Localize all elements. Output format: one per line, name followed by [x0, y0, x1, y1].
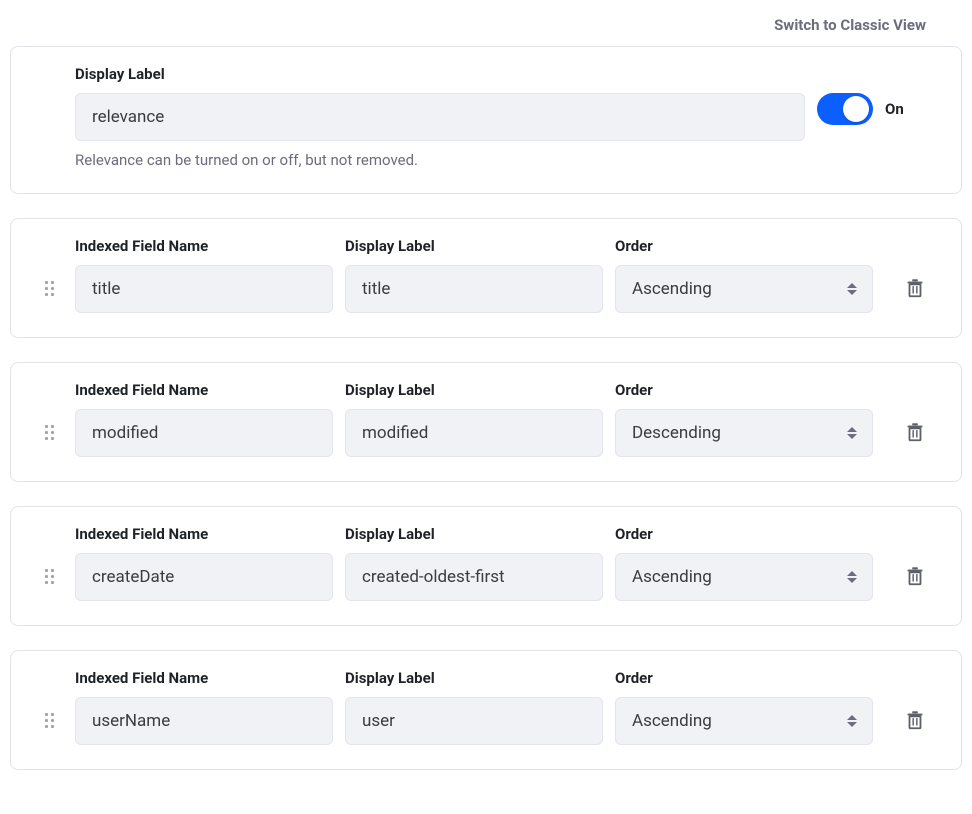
relevance-helper-text: Relevance can be turned on or off, but n… — [75, 151, 805, 169]
relevance-toggle[interactable] — [817, 93, 873, 125]
sort-row: Indexed Field Name title Display Label t… — [10, 218, 962, 338]
order-select[interactable]: Descending — [615, 409, 873, 457]
order-heading: Order — [615, 669, 873, 687]
trash-icon[interactable] — [904, 277, 926, 299]
order-heading: Order — [615, 237, 873, 255]
indexed-field-input[interactable]: title — [75, 265, 333, 313]
indexed-field-heading: Indexed Field Name — [75, 237, 333, 255]
drag-handle-icon[interactable] — [45, 281, 54, 296]
display-label-input[interactable]: modified — [345, 409, 603, 457]
sort-row: Indexed Field Name userName Display Labe… — [10, 650, 962, 770]
relevance-card: Display Label relevance Relevance can be… — [10, 46, 962, 194]
display-label-heading: Display Label — [345, 669, 603, 687]
drag-handle-icon[interactable] — [45, 425, 54, 440]
drag-handle-icon[interactable] — [45, 569, 54, 584]
order-select[interactable]: Ascending — [615, 697, 873, 745]
order-heading: Order — [615, 381, 873, 399]
trash-icon[interactable] — [904, 565, 926, 587]
indexed-field-input[interactable]: createDate — [75, 553, 333, 601]
trash-icon[interactable] — [904, 709, 926, 731]
select-caret-icon — [845, 424, 859, 442]
display-label-heading: Display Label — [345, 381, 603, 399]
indexed-field-input[interactable]: userName — [75, 697, 333, 745]
display-label-heading: Display Label — [345, 525, 603, 543]
indexed-field-input[interactable]: modified — [75, 409, 333, 457]
switch-view-link[interactable]: Switch to Classic View — [10, 10, 962, 46]
select-caret-icon — [845, 712, 859, 730]
order-heading: Order — [615, 525, 873, 543]
drag-handle-icon[interactable] — [45, 713, 54, 728]
order-select[interactable]: Ascending — [615, 553, 873, 601]
indexed-field-heading: Indexed Field Name — [75, 381, 333, 399]
order-select[interactable]: Ascending — [615, 265, 873, 313]
trash-icon[interactable] — [904, 421, 926, 443]
display-label-heading: Display Label — [75, 65, 805, 83]
indexed-field-heading: Indexed Field Name — [75, 525, 333, 543]
display-label-input[interactable]: user — [345, 697, 603, 745]
indexed-field-heading: Indexed Field Name — [75, 669, 333, 687]
select-caret-icon — [845, 280, 859, 298]
relevance-toggle-label: On — [885, 100, 904, 118]
sort-row: Indexed Field Name createDate Display La… — [10, 506, 962, 626]
select-caret-icon — [845, 568, 859, 586]
relevance-display-label-input[interactable]: relevance — [75, 93, 805, 141]
display-label-input[interactable]: created-oldest-first — [345, 553, 603, 601]
sort-row: Indexed Field Name modified Display Labe… — [10, 362, 962, 482]
display-label-input[interactable]: title — [345, 265, 603, 313]
display-label-heading: Display Label — [345, 237, 603, 255]
